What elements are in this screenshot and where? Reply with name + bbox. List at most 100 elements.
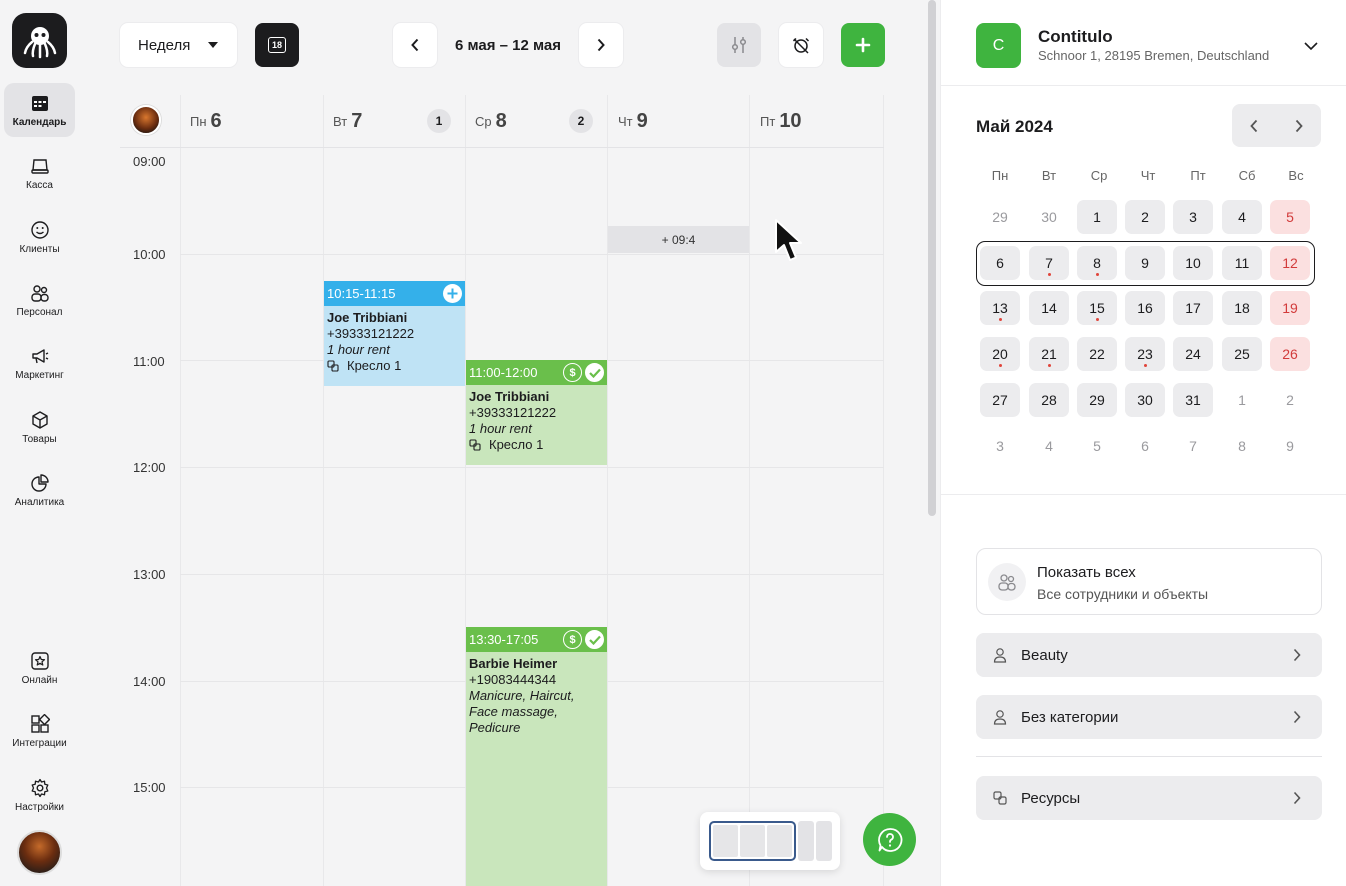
month-nav: [1232, 104, 1321, 147]
filter-button[interactable]: [717, 23, 761, 67]
view-select[interactable]: Неделя: [120, 23, 237, 67]
mini-calendar-day[interactable]: 30: [1029, 200, 1069, 234]
day-number: 9: [636, 109, 648, 132]
mini-calendar-day[interactable]: 19: [1270, 291, 1310, 325]
help-button[interactable]: [863, 813, 916, 866]
sidebar-item-marketing[interactable]: Маркетинг: [4, 336, 75, 390]
sidebar-item-analytics[interactable]: Аналитика: [4, 463, 75, 517]
mini-calendar-day[interactable]: 26: [1270, 337, 1310, 371]
mini-calendar-day[interactable]: 4: [1029, 429, 1069, 463]
appointment-card[interactable]: 13:30-17:05 $ Barbie Heimer +19083444344…: [466, 627, 607, 886]
resource-icon: [469, 439, 481, 451]
weekday-label: Пн: [991, 168, 1009, 183]
next-week-button[interactable]: [579, 23, 623, 67]
sidebar-item-staff[interactable]: Персонал: [4, 273, 75, 327]
appointment-time: 11:00-12:00: [469, 365, 538, 380]
day-header-wed[interactable]: Ср 8: [475, 95, 507, 147]
octopus-logo-icon[interactable]: [12, 13, 67, 68]
category-beauty[interactable]: Beauty: [976, 633, 1322, 677]
mini-calendar-day-number: 3: [996, 438, 1004, 454]
client-name: Joe Tribbiani: [469, 389, 550, 404]
mini-calendar-day[interactable]: 6: [1125, 429, 1165, 463]
show-all-staff-button[interactable]: Показать всех Все сотрудники и объекты: [976, 548, 1322, 615]
mini-calendar-day[interactable]: 8: [1222, 429, 1262, 463]
mini-calendar-day[interactable]: 3: [980, 429, 1020, 463]
mini-calendar-day-number: 25: [1234, 346, 1250, 362]
mini-calendar-day[interactable]: 9: [1270, 429, 1310, 463]
mini-calendar-day[interactable]: 24: [1173, 337, 1213, 371]
category-uncategorized[interactable]: Без категории: [976, 695, 1322, 739]
appointment-card[interactable]: 10:15-11:15 Joe Tribbiani +39333121222 1…: [324, 281, 465, 386]
day-header-tue[interactable]: Вт 7: [333, 95, 362, 147]
minimap-viewport[interactable]: [709, 821, 796, 861]
mini-calendar-day[interactable]: 3: [1173, 200, 1213, 234]
sidebar-item-online[interactable]: Онлайн: [4, 641, 75, 695]
mini-calendar-day-number: 30: [1137, 392, 1153, 408]
mini-calendar-day[interactable]: 7: [1173, 429, 1213, 463]
mini-calendar-day-number: 3: [1189, 209, 1197, 225]
sidebar-item-clients[interactable]: Клиенты: [4, 210, 75, 264]
user-avatar[interactable]: [17, 830, 62, 875]
appointment-body: Joe Tribbiani +39333121222 1 hour rent К…: [324, 306, 465, 378]
mini-calendar-day[interactable]: 21: [1029, 337, 1069, 371]
mini-calendar-day[interactable]: 23: [1125, 337, 1165, 371]
mini-calendar-day[interactable]: 2: [1270, 383, 1310, 417]
sidebar-item-settings[interactable]: Настройки: [4, 768, 75, 822]
add-service-icon[interactable]: [443, 284, 462, 303]
mini-calendar-day[interactable]: 30: [1125, 383, 1165, 417]
day-header-fri[interactable]: Пт 10: [760, 95, 802, 147]
mini-calendar-day[interactable]: 15: [1077, 291, 1117, 325]
mini-calendar-day[interactable]: 2: [1125, 200, 1165, 234]
appointment-card[interactable]: 11:00-12:00 $ Joe Tribbiani +39333121222…: [466, 360, 607, 465]
company-avatar[interactable]: C: [976, 23, 1021, 68]
mini-calendar-day[interactable]: 28: [1029, 383, 1069, 417]
sidebar-item-integrations[interactable]: Интеграции: [4, 704, 75, 758]
day-header-mon[interactable]: Пн 6: [190, 95, 222, 147]
staff-avatar[interactable]: [131, 105, 161, 135]
mini-calendar-day[interactable]: 5: [1077, 429, 1117, 463]
mini-calendar-day[interactable]: 27: [980, 383, 1020, 417]
sidebar-item-label: Персонал: [16, 306, 63, 318]
mini-calendar-day[interactable]: 18: [1222, 291, 1262, 325]
resource-row: Кресло 1: [327, 358, 462, 374]
sidebar-item-label: Онлайн: [21, 674, 58, 686]
timer-off-button[interactable]: [779, 23, 823, 67]
mini-calendar-day[interactable]: 25: [1222, 337, 1262, 371]
chevron-down-icon[interactable]: [1301, 36, 1321, 56]
category-resources[interactable]: Ресурсы: [976, 776, 1322, 820]
mini-calendar-day[interactable]: 4: [1222, 200, 1262, 234]
mini-calendar-day[interactable]: 5: [1270, 200, 1310, 234]
mini-calendar-day[interactable]: 20: [980, 337, 1020, 371]
add-appointment-button[interactable]: [841, 23, 885, 67]
mini-calendar-day[interactable]: 29: [980, 200, 1020, 234]
company-name[interactable]: Contitulo: [1038, 27, 1113, 47]
mini-calendar-day[interactable]: 31: [1173, 383, 1213, 417]
resource-icon: [993, 791, 1007, 805]
sidebar-item-register[interactable]: Касса: [4, 146, 75, 200]
today-button[interactable]: 18: [255, 23, 299, 67]
mini-calendar-day[interactable]: 29: [1077, 383, 1117, 417]
mini-calendar-day[interactable]: 16: [1125, 291, 1165, 325]
mini-calendar-day-number: 15: [1089, 300, 1105, 316]
mini-calendar-day[interactable]: 1: [1222, 383, 1262, 417]
sidebar-item-calendar[interactable]: Календарь: [4, 83, 75, 137]
vertical-scrollbar[interactable]: [928, 0, 936, 516]
weekday-label: Ср: [1090, 168, 1108, 183]
sidebar-item-products[interactable]: Товары: [4, 400, 75, 454]
mini-calendar-day-number: 17: [1185, 300, 1201, 316]
mini-calendar-day[interactable]: 22: [1077, 337, 1117, 371]
mini-calendar-day[interactable]: 17: [1173, 291, 1213, 325]
mini-calendar-day[interactable]: 13: [980, 291, 1020, 325]
mini-calendar-day-number: 2: [1286, 392, 1294, 408]
prev-week-button[interactable]: [393, 23, 437, 67]
day-header-thu[interactable]: Чт 9: [618, 95, 648, 147]
day-number: 7: [351, 109, 363, 132]
calendar-icon: [31, 95, 48, 111]
week-minimap[interactable]: [700, 812, 840, 870]
prev-month-button[interactable]: [1232, 104, 1277, 147]
mini-calendar-day[interactable]: 14: [1029, 291, 1069, 325]
new-appointment-slot[interactable]: + 09:4: [608, 226, 749, 253]
mini-calendar-day[interactable]: 1: [1077, 200, 1117, 234]
next-month-button[interactable]: [1277, 104, 1322, 147]
mini-calendar-day-number: 1: [1093, 209, 1101, 225]
